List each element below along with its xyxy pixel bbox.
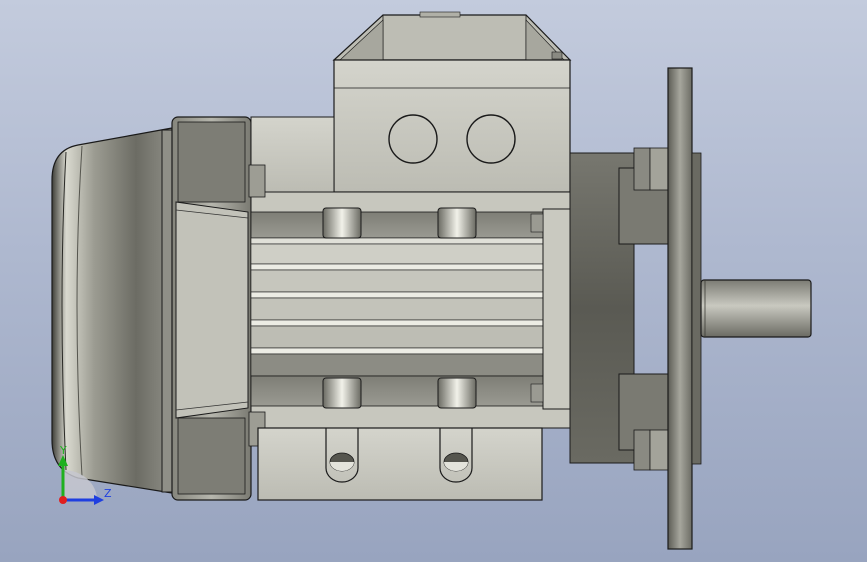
rear-end-shield (171, 116, 252, 501)
mounting-foot (257, 427, 543, 501)
flange (667, 67, 702, 550)
terminal-box (250, 11, 572, 193)
y-axis-label: Y (59, 444, 67, 457)
motor-model-view[interactable]: Y Z (0, 0, 867, 562)
x-axis-dot (59, 496, 67, 504)
fan-cover (51, 127, 173, 494)
front-end-shield (569, 147, 670, 471)
z-axis-label: Z (104, 487, 112, 500)
graphics-viewport[interactable]: Y Z (0, 0, 867, 562)
stator-housing (248, 164, 604, 447)
output-shaft (700, 279, 812, 338)
